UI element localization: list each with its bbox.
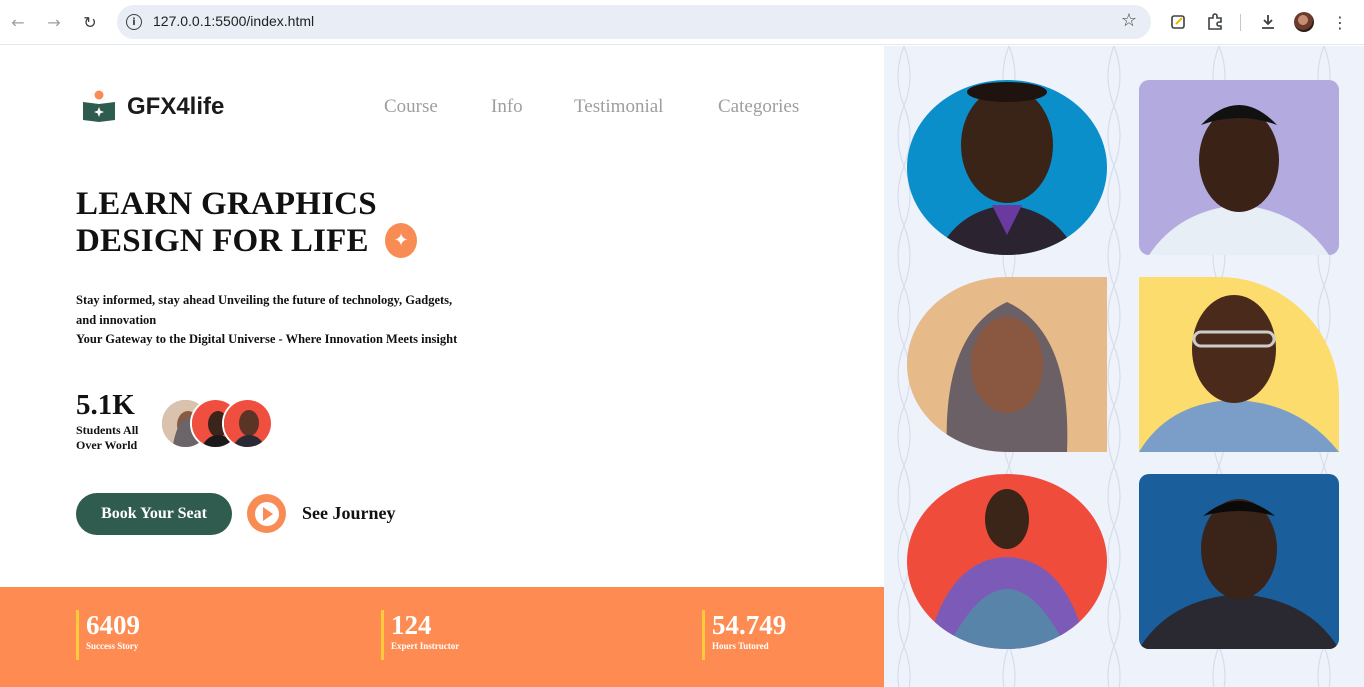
extensions-icon[interactable] (1203, 10, 1227, 34)
see-journey-link[interactable]: See Journey (302, 503, 396, 524)
download-icon[interactable] (1256, 10, 1280, 34)
stat-value: 124 (391, 610, 432, 640)
menu-icon[interactable]: ⋮ (1328, 10, 1352, 34)
nav-testimonial[interactable]: Testimonial (574, 96, 663, 118)
stat-label: Success Story (86, 641, 139, 651)
nav-course[interactable]: Course (384, 96, 438, 118)
play-button[interactable] (247, 494, 286, 533)
url-text[interactable]: 127.0.0.1:5500/index.html (153, 13, 314, 29)
stat-success-story: 6409 Success Story (76, 610, 140, 660)
stat-value: 54.749 (712, 610, 787, 640)
profile-avatar[interactable] (1294, 12, 1314, 32)
nav-info[interactable]: Info (491, 96, 523, 118)
stat-label: Expert Instructor (391, 641, 460, 651)
instructor-photo-5 (907, 474, 1107, 649)
instructor-photo-6 (1139, 474, 1339, 649)
hero-title: LEARN GRAPHICS DESIGN FOR LIFE (76, 186, 377, 260)
browser-toolbar: ← → ↻ i 127.0.0.1:5500/index.html ☆ ⋮ (0, 0, 1364, 45)
students-count: 5.1K (76, 389, 135, 421)
stat-expert-instructor: 124 Expert Instructor (381, 610, 459, 660)
tagline-line1: Stay informed, stay ahead Unveiling the … (76, 293, 453, 307)
instructor-photo-2 (1139, 80, 1339, 255)
tagline-line3: Your Gateway to the Digital Universe - W… (76, 332, 458, 346)
instructor-photo-1 (907, 80, 1107, 255)
students-label-line1: Students All (76, 423, 139, 437)
instructor-photo-3 (907, 277, 1107, 452)
book-seat-button[interactable]: Book Your Seat (76, 493, 232, 535)
reload-icon[interactable]: ↻ (79, 11, 101, 33)
brand-name[interactable]: GFX4life (127, 93, 224, 121)
address-bar[interactable]: i 127.0.0.1:5500/index.html ☆ (117, 5, 1151, 39)
students-label-line2: Over World (76, 437, 138, 452)
stat-hours-tutored: 54.749 Hours Tutored (702, 610, 786, 660)
stat-label: Hours Tutored (712, 641, 769, 651)
logo-icon (83, 90, 115, 122)
forward-icon[interactable]: → (43, 11, 65, 33)
sparkle-icon: ✦ (385, 223, 417, 258)
stats-band: 6409 Success Story 124 Expert Instructor… (0, 587, 884, 687)
hero-tagline: Stay informed, stay ahead Unveiling the … (76, 291, 496, 350)
stat-value: 6409 (86, 610, 140, 640)
play-icon (254, 501, 279, 526)
hero-title-line1: LEARN GRAPHICS (76, 186, 377, 222)
bookmark-star-icon[interactable]: ☆ (1121, 10, 1137, 31)
tagline-line2: and innovation (76, 312, 157, 327)
notes-icon[interactable] (1166, 10, 1190, 34)
instructor-gallery (884, 46, 1364, 687)
students-label: Students All Over World (76, 423, 138, 452)
back-icon[interactable]: ← (7, 11, 29, 33)
student-avatar-3 (222, 398, 273, 449)
hero-title-line2: DESIGN FOR LIFE (76, 223, 369, 259)
toolbar-separator (1240, 14, 1241, 31)
info-icon[interactable]: i (126, 14, 142, 30)
nav-categories[interactable]: Categories (718, 96, 799, 118)
